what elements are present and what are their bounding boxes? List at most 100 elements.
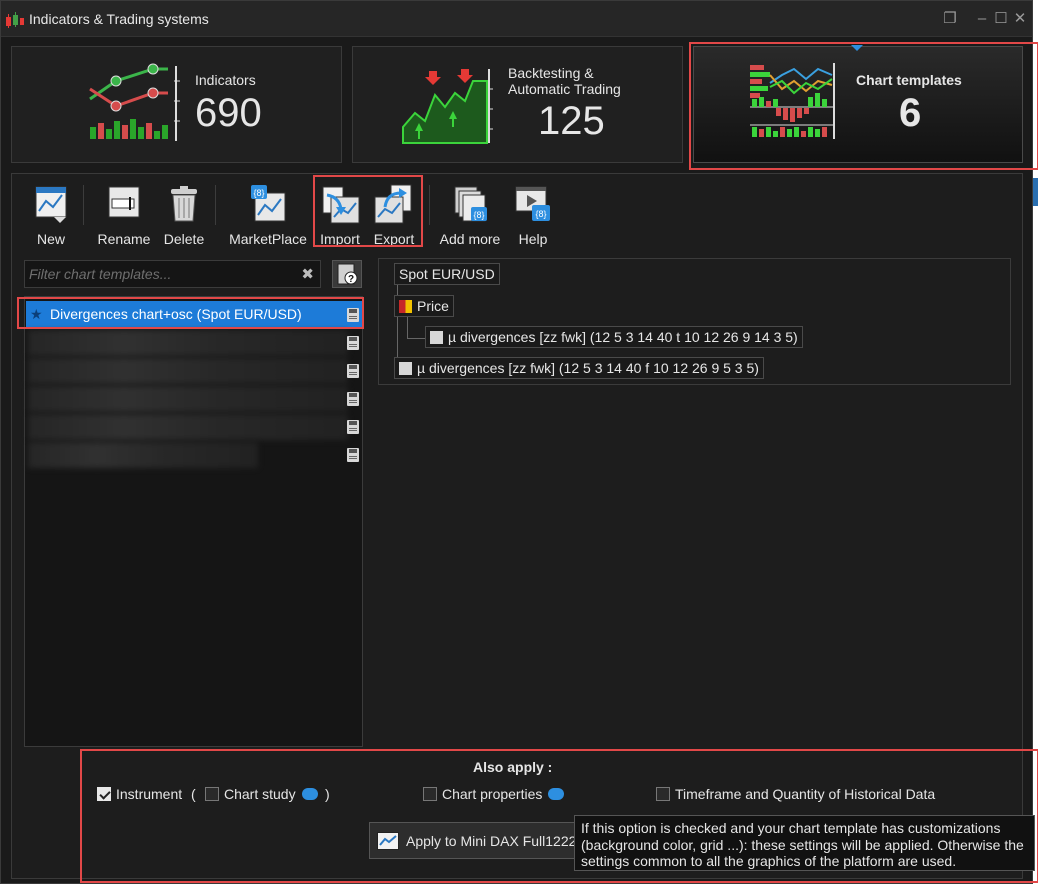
tree-price[interactable]: Price [394,295,454,317]
svg-text:{8}: {8} [253,188,264,198]
export-button[interactable]: Export [371,183,417,247]
chart-study-checkbox[interactable] [205,787,219,801]
marketplace-icon: {8} [251,185,286,222]
toolbar-separator [83,185,84,225]
chat-bubble-icon[interactable] [301,788,318,800]
chart-templates-label: Chart templates [856,72,962,88]
filter-input[interactable] [25,261,295,287]
marketplace-label: MarketPlace [229,231,307,247]
svg-text:{8}: {8} [473,210,484,220]
backtesting-label-line2: Automatic Trading [508,81,621,97]
indicators-count: 690 [195,91,262,135]
marketplace-button[interactable]: {8} MarketPlace [227,183,309,247]
import-button[interactable]: Import [317,183,363,247]
toolbar-separator [429,185,430,225]
export-label: Export [373,231,415,247]
save-icon[interactable] [347,308,359,322]
tree-instrument[interactable]: Spot EUR/USD [394,263,500,285]
template-content-tree: Spot EUR/USD Price µ divergences [zz fwk… [378,258,1011,385]
star-icon: ★ [30,306,43,322]
svg-text:?: ? [348,274,354,285]
tree-indicator[interactable]: µ divergences [zz fwk] (12 5 3 14 40 f 1… [394,357,764,379]
window-title: Indicators & Trading systems [29,11,209,27]
indicator-label: µ divergences [zz fwk] (12 5 3 14 40 f 1… [417,360,759,376]
also-apply-title: Also apply : [473,759,553,775]
new-button[interactable]: New [27,183,75,247]
backtesting-card[interactable]: Backtesting & Automatic Trading 125 [352,46,683,163]
title-bar: Indicators & Trading systems ❐ – ☐ ✕ [1,1,1032,37]
clear-filter-icon[interactable]: ✖ [301,265,314,283]
indicators-label: Indicators [195,72,256,88]
list-item[interactable] [26,385,363,413]
chat-bubble-icon[interactable] [548,788,565,800]
close-button[interactable]: ✕ [1011,10,1029,28]
add-more-label: Add more [439,231,501,247]
backtesting-chart-icon [402,69,493,144]
templates-list: ★ Divergences chart+osc (Spot EUR/USD) [24,296,363,747]
blurred-template-name [28,358,348,384]
delete-label: Delete [163,231,205,247]
chart-templates-icon [750,63,835,139]
instrument-name: Spot EUR/USD [399,266,495,282]
restore-windows-icon[interactable]: ❐ [941,10,959,28]
chart-study-option[interactable]: Chart study [205,786,318,802]
price-color-swatch [399,300,412,313]
help-video-icon: {8} [515,186,550,221]
instrument-option-label: Instrument [116,786,183,802]
list-item[interactable]: ★ Divergences chart+osc (Spot EUR/USD) [26,301,363,329]
filter-help-button[interactable]: ? [332,260,362,288]
rename-button[interactable]: Rename [95,183,153,247]
blurred-template-name [28,330,348,356]
child-indicator-label: µ divergences [zz fwk] (12 5 3 14 40 t 1… [448,329,798,345]
document-help-icon: ? [337,263,358,285]
indicators-card[interactable]: Indicators 690 [11,46,342,163]
help-button[interactable]: {8} Help [511,183,555,247]
tree-connector [407,317,408,339]
save-icon[interactable] [347,392,359,406]
active-tab-indicator [851,45,863,51]
svg-text:{8}: {8} [535,209,546,219]
list-item[interactable] [26,413,363,441]
backtesting-label-line1: Backtesting & [508,65,594,81]
indicators-window: Indicators & Trading systems ❐ – ☐ ✕ Ind… [0,0,1038,884]
import-label: Import [320,231,360,247]
minimize-button[interactable]: – [973,10,991,28]
maximize-button[interactable]: ☐ [992,10,1010,28]
save-icon[interactable] [347,448,359,462]
indicator-swatch [399,362,412,375]
trash-icon [171,186,197,222]
timeframe-label: Timeframe and Quantity of Historical Dat… [675,786,936,802]
blurred-template-name [28,442,258,468]
save-icon[interactable] [347,364,359,378]
delete-button[interactable]: Delete [161,183,207,247]
import-icon [322,186,360,224]
save-icon[interactable] [347,420,359,434]
instrument-checkbox[interactable] [97,787,111,801]
blurred-template-name [28,414,348,440]
chart-templates-card[interactable]: Chart templates 6 [693,45,1023,163]
list-item[interactable] [26,329,363,357]
new-label: New [36,231,65,247]
list-item[interactable] [26,357,363,385]
price-label: Price [417,298,449,314]
tree-child-indicator[interactable]: µ divergences [zz fwk] (12 5 3 14 40 t 1… [425,326,803,348]
chart-properties-checkbox[interactable] [423,787,437,801]
chart-properties-option[interactable]: Chart properties [423,786,565,802]
rename-label: Rename [97,231,151,247]
rename-icon [108,186,140,218]
save-icon[interactable] [347,336,359,350]
timeframe-option[interactable]: Timeframe and Quantity of Historical Dat… [656,786,935,802]
instrument-option[interactable]: Instrument [97,786,182,802]
add-more-icon: {8} [454,186,487,222]
toolbar-separator [215,185,216,225]
apply-template-button[interactable]: Apply to Mini DAX Full1222 [369,822,581,859]
help-label: Help [518,231,548,247]
add-more-button[interactable]: {8} Add more [437,183,503,247]
timeframe-checkbox[interactable] [656,787,670,801]
export-icon [374,184,412,224]
chart-icon [377,832,399,850]
list-item[interactable] [26,441,363,469]
indicators-chart-icon [89,63,180,141]
indicator-swatch [430,331,443,344]
apply-button-label: Apply to Mini DAX Full1222 [406,833,577,849]
